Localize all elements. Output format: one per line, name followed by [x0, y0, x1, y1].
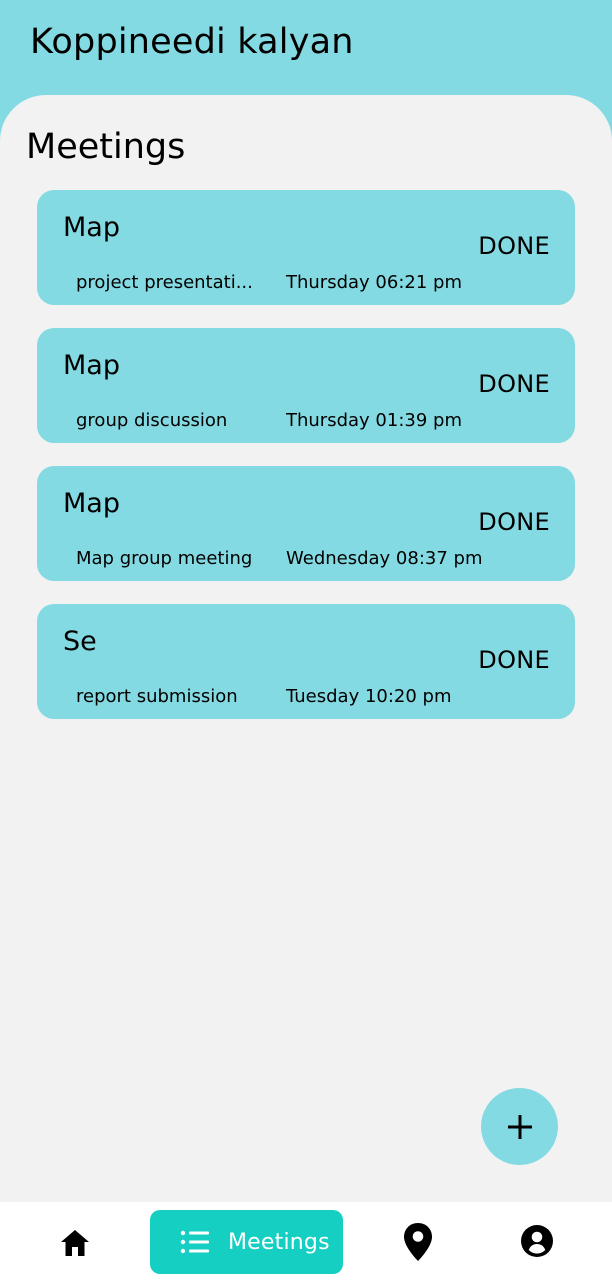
meetings-panel: Meetings Map DONE project presentati... … — [0, 95, 612, 1202]
meeting-time: Thursday 01:39 pm — [286, 410, 462, 431]
location-pin-icon — [401, 1221, 435, 1263]
meeting-description: group discussion — [76, 410, 228, 431]
add-meeting-button[interactable] — [481, 1088, 558, 1165]
meeting-description: Map group meeting — [76, 548, 253, 569]
meeting-description: report submission — [76, 686, 238, 707]
nav-meetings-label: Meetings — [228, 1229, 330, 1255]
bottom-navigation: Meetings — [0, 1202, 612, 1280]
home-icon — [58, 1227, 92, 1259]
meeting-status: DONE — [478, 370, 550, 398]
meeting-status: DONE — [478, 646, 550, 674]
page-title: Meetings — [26, 127, 186, 167]
nav-home-button[interactable] — [55, 1223, 95, 1263]
nav-meetings-button[interactable]: Meetings — [150, 1210, 343, 1274]
nav-location-button[interactable] — [398, 1220, 438, 1264]
plus-icon — [505, 1112, 535, 1142]
meeting-time: Thursday 06:21 pm — [286, 272, 462, 293]
meeting-list: Map DONE project presentati... Thursday … — [37, 190, 575, 742]
meeting-card[interactable]: Map DONE Map group meeting Wednesday 08:… — [37, 466, 575, 581]
meeting-title: Map — [63, 350, 120, 381]
list-icon — [178, 1225, 212, 1259]
meeting-card[interactable]: Map DONE group discussion Thursday 01:39… — [37, 328, 575, 443]
account-circle-icon — [520, 1224, 554, 1258]
meeting-description: project presentati... — [76, 272, 253, 293]
meeting-status: DONE — [478, 508, 550, 536]
meeting-time: Tuesday 10:20 pm — [286, 686, 452, 707]
user-name-title: Koppineedi kalyan — [30, 22, 354, 62]
meeting-card[interactable]: Se DONE report submission Tuesday 10:20 … — [37, 604, 575, 719]
meeting-time: Wednesday 08:37 pm — [286, 548, 483, 569]
meeting-title: Map — [63, 488, 120, 519]
meeting-card[interactable]: Map DONE project presentati... Thursday … — [37, 190, 575, 305]
nav-profile-button[interactable] — [517, 1221, 557, 1261]
meeting-title: Se — [63, 626, 97, 657]
meeting-title: Map — [63, 212, 120, 243]
meeting-status: DONE — [478, 232, 550, 260]
